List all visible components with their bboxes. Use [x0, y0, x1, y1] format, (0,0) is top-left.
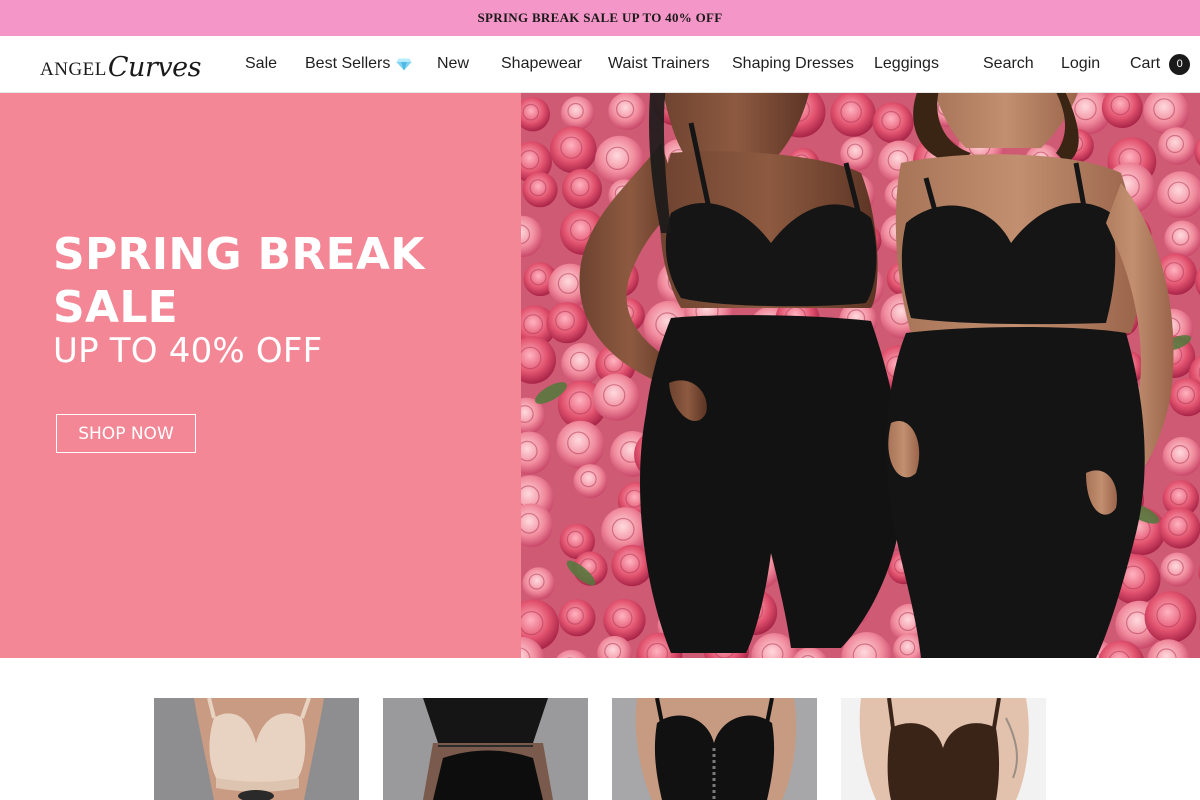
- search-label: Search: [983, 55, 1034, 72]
- product-image-corset-bodysuit: [612, 698, 817, 800]
- cart-count-badge: 0: [1169, 53, 1191, 75]
- nav-leggings-label: Leggings: [874, 55, 939, 72]
- gem-icon: [396, 58, 412, 70]
- product-image-nude-bra: [154, 698, 359, 800]
- product-image-brown-bodysuit: [841, 698, 1046, 800]
- cart-label: Cart: [1130, 55, 1161, 72]
- site-header: ANGEL Curves Sale Best Sellers New Shape…: [0, 36, 1200, 93]
- hero-title: SPRING BREAK SALE: [53, 228, 493, 334]
- rose-decoration: [549, 126, 597, 174]
- login-link[interactable]: Login: [1061, 36, 1100, 92]
- logo-word-angel: ANGEL: [40, 59, 107, 80]
- hero-subtitle: UP TO 40% OFF: [53, 331, 323, 371]
- rose-decoration: [558, 599, 596, 637]
- shop-now-button[interactable]: SHOP NOW: [56, 414, 196, 453]
- rose-decoration: [546, 302, 588, 344]
- rose-decoration: [1164, 220, 1200, 258]
- product-card[interactable]: [612, 698, 817, 800]
- login-label: Login: [1061, 55, 1101, 72]
- hero-image: [521, 93, 1200, 658]
- hero-photo-illustration: [521, 93, 1200, 658]
- rose-decoration: [830, 93, 876, 137]
- rose-decoration: [1158, 127, 1196, 165]
- search-link[interactable]: Search: [983, 36, 1034, 92]
- nav-sale[interactable]: Sale: [245, 36, 277, 92]
- rose-decoration: [608, 93, 646, 130]
- product-card[interactable]: [841, 698, 1046, 800]
- hero-text-panel: SPRING BREAK SALE UP TO 40% OFF SHOP NOW: [0, 93, 521, 658]
- rose-decoration: [1144, 591, 1197, 644]
- nav-new-label: New: [437, 55, 470, 72]
- nav-best-sellers[interactable]: Best Sellers: [305, 36, 412, 92]
- rose-decoration: [592, 373, 640, 421]
- rose-decoration: [562, 168, 602, 209]
- product-row: [0, 658, 1200, 800]
- rose-decoration: [522, 172, 558, 208]
- rose-decoration: [573, 464, 608, 499]
- rose-decoration: [603, 598, 646, 642]
- nav-shapewear[interactable]: Shapewear: [501, 36, 582, 92]
- announcement-text: SPRING BREAK SALE UP TO 40% OFF: [477, 10, 723, 25]
- nav-leggings[interactable]: Leggings: [874, 36, 939, 92]
- rose-decoration: [522, 567, 555, 600]
- nav-best-sellers-label: Best Sellers: [305, 55, 391, 72]
- nav-waist-trainers[interactable]: Waist Trainers: [608, 36, 710, 92]
- rose-decoration: [1160, 552, 1195, 587]
- cart-link[interactable]: Cart 0: [1130, 36, 1191, 92]
- nav-shaping-dresses[interactable]: Shaping Dresses: [732, 36, 854, 92]
- rose-decoration: [1162, 436, 1200, 476]
- hero-banner[interactable]: SPRING BREAK SALE UP TO 40% OFF SHOP NOW: [0, 93, 1200, 658]
- product-card[interactable]: [383, 698, 588, 800]
- nav-shaping-dresses-label: Shaping Dresses: [732, 55, 854, 72]
- rose-decoration: [872, 102, 914, 144]
- logo-word-curves: Curves: [107, 52, 202, 83]
- rose-decoration: [560, 96, 595, 130]
- hero-title-line2: SALE: [53, 282, 179, 333]
- brand-logo[interactable]: ANGEL Curves: [40, 47, 201, 81]
- nav-waist-trainers-label: Waist Trainers: [608, 55, 710, 72]
- nav-sale-label: Sale: [245, 55, 278, 72]
- product-card[interactable]: [154, 698, 359, 800]
- rose-decoration: [556, 420, 605, 469]
- product-image-waist-trainer: [383, 698, 588, 800]
- hero-title-line1: SPRING BREAK: [53, 229, 425, 280]
- announcement-bar[interactable]: SPRING BREAK SALE UP TO 40% OFF: [0, 0, 1200, 36]
- nav-shapewear-label: Shapewear: [501, 55, 582, 72]
- nav-new[interactable]: New: [437, 36, 469, 92]
- rose-decoration: [1159, 507, 1200, 549]
